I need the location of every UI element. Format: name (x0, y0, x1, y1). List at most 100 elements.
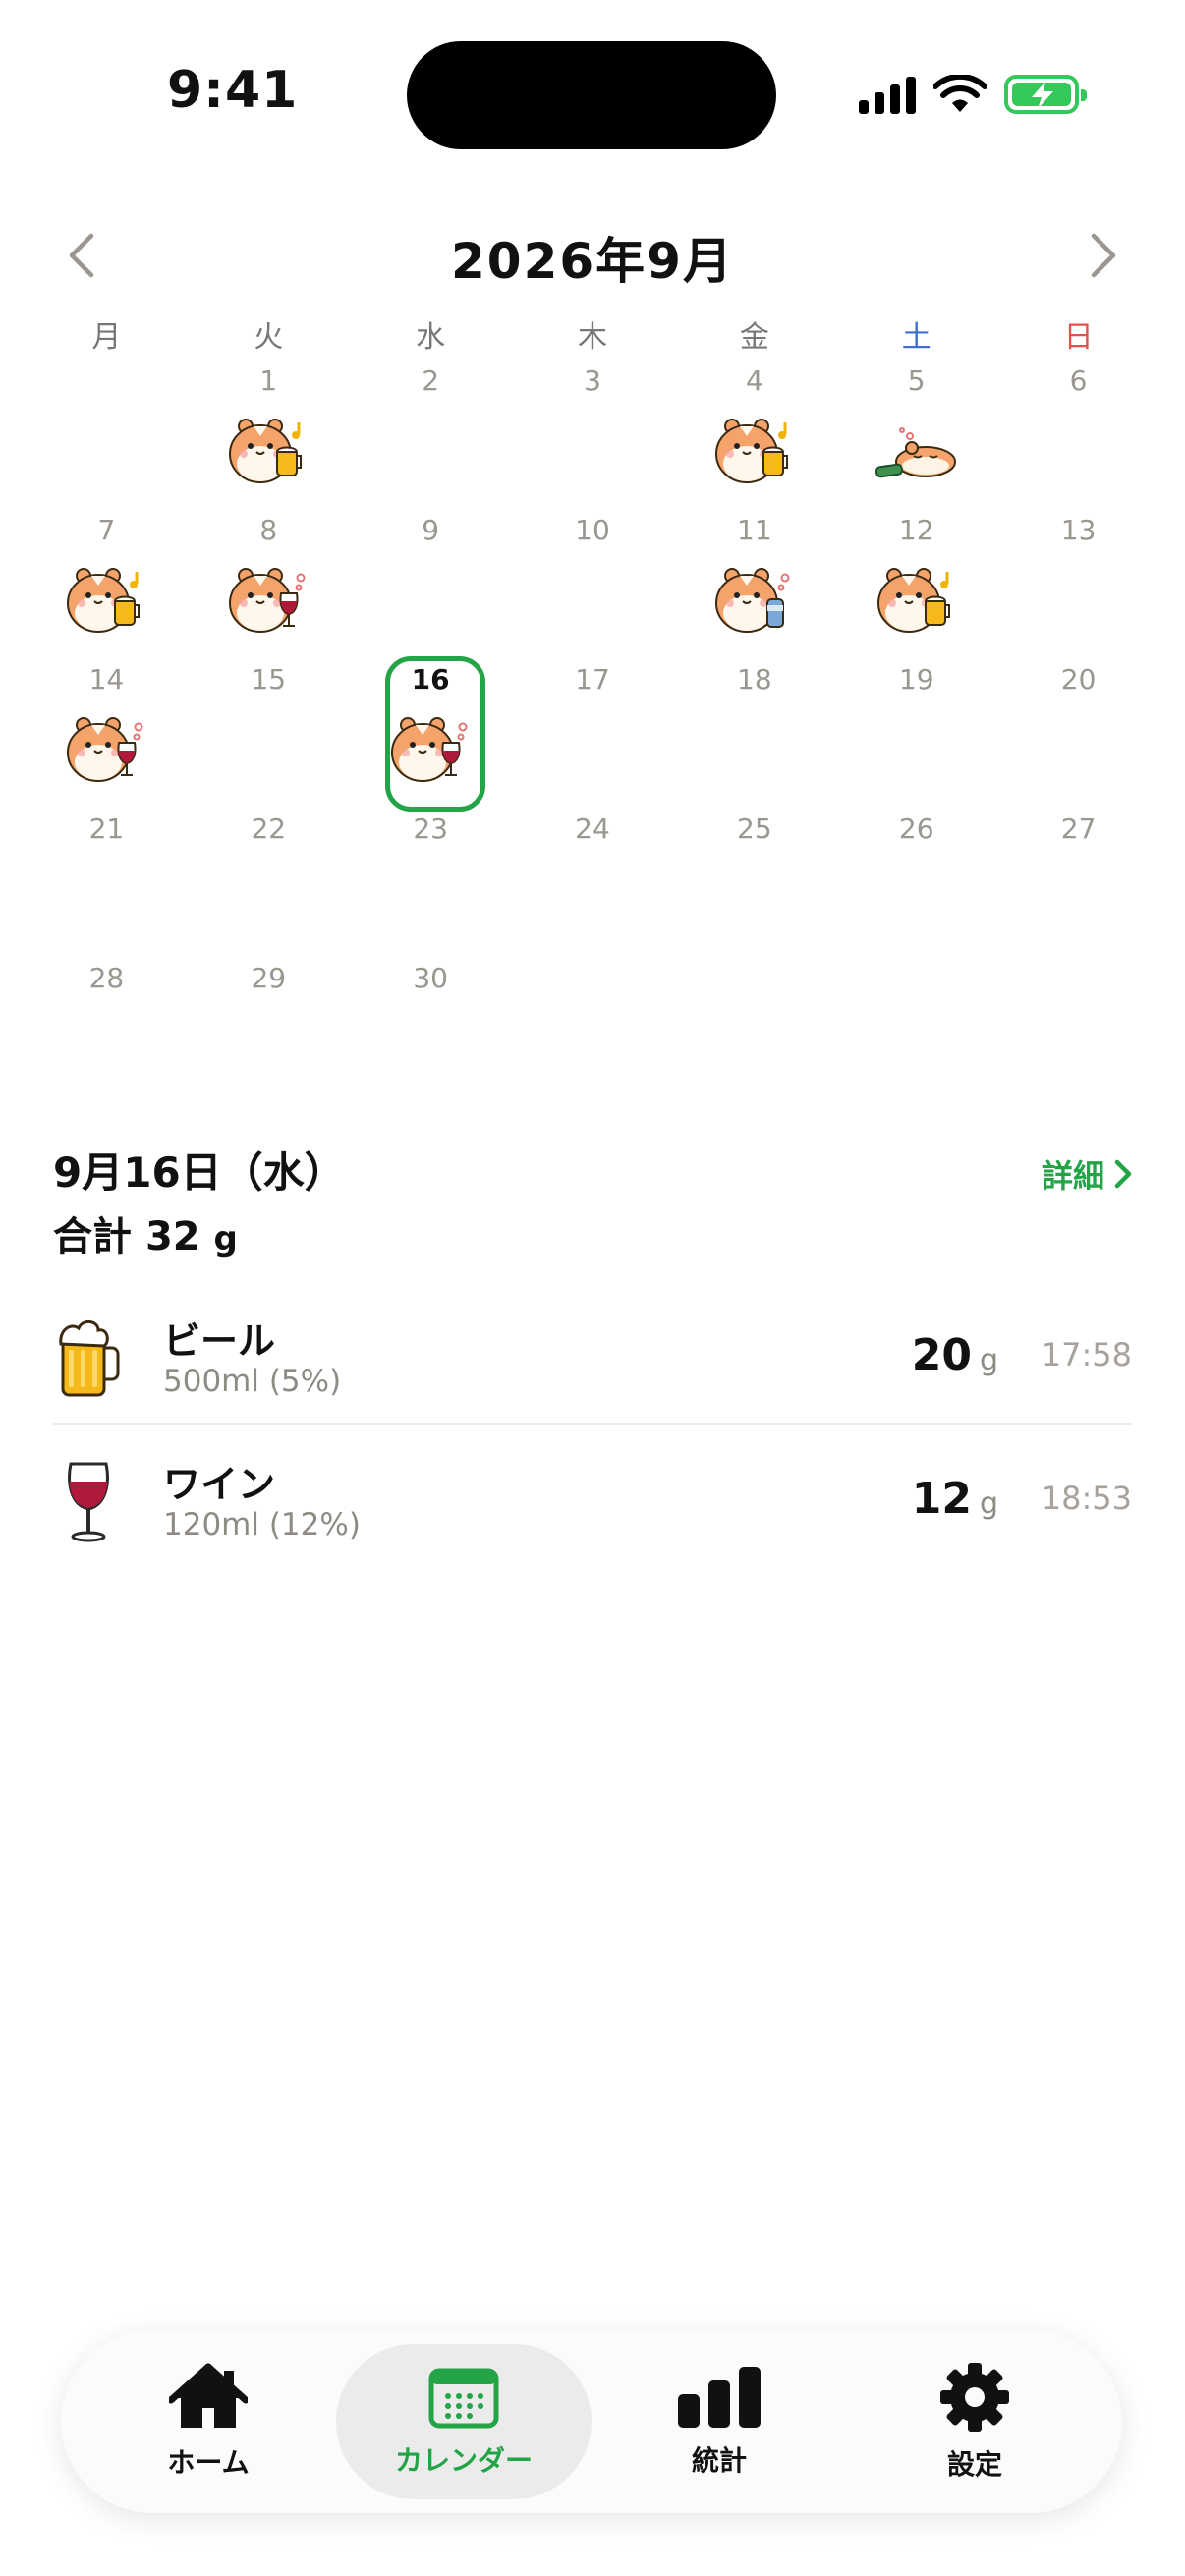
day-number: 22 (251, 812, 287, 845)
wine-glass-icon (68, 1462, 109, 1542)
calendar-day[interactable]: 23 (350, 806, 512, 955)
tab-calendar[interactable]: カレンダー (336, 2344, 592, 2499)
calendar-day[interactable]: 22 (188, 806, 350, 955)
calendar-day[interactable]: 17 (512, 656, 674, 806)
drink-name: ビール (163, 1319, 276, 1363)
day-number: 14 (88, 663, 125, 696)
calendar-empty-cell (26, 358, 188, 507)
calendar-day[interactable]: 13 (997, 507, 1159, 656)
weekday-label: 月 (91, 320, 122, 355)
tab-stats[interactable]: 統計 (592, 2344, 847, 2499)
status-icons (859, 73, 1087, 116)
calendar-day[interactable]: 15 (188, 656, 350, 806)
detail-link[interactable]: 詳細 (1042, 1151, 1132, 1197)
day-number: 23 (413, 812, 448, 845)
drink-volume: 500ml (5%) (163, 1364, 342, 1399)
hamster-beer-sticker-icon (67, 568, 141, 633)
weekday-label: 木 (577, 320, 607, 355)
calendar-icon (428, 2368, 499, 2429)
day-number: 27 (1060, 812, 1097, 845)
calendar-day[interactable]: 19 (835, 656, 997, 806)
calendar-day[interactable]: 3 (512, 358, 674, 507)
beer-mug-icon (59, 1320, 120, 1397)
weekday-label-saturday: 土 (901, 320, 931, 355)
calendar-day[interactable]: 1 (188, 358, 350, 507)
weekday-label: 水 (416, 320, 446, 355)
calendar-day[interactable]: 5 (835, 358, 997, 507)
wifi-icon (933, 75, 987, 112)
total-unit: g (213, 1219, 238, 1259)
day-number: 19 (898, 663, 934, 696)
chevron-right-icon (1114, 1159, 1132, 1189)
calendar-day[interactable]: 26 (835, 806, 997, 955)
sleeping-hamster-sticker-icon (875, 427, 956, 478)
bar-chart-icon (678, 2367, 761, 2428)
dynamic-island (407, 41, 776, 149)
drink-time: 17:58 (1041, 1336, 1132, 1373)
tab-label: ホーム (167, 2446, 250, 2479)
day-number: 13 (1060, 514, 1097, 546)
calendar-day[interactable]: 24 (512, 806, 674, 955)
day-number: 11 (737, 514, 772, 546)
calendar-day[interactable]: 11 (673, 507, 835, 656)
day-number: 1 (259, 364, 278, 397)
detail-link-label: 詳細 (1041, 1157, 1104, 1195)
calendar-day[interactable]: 28 (26, 955, 188, 1104)
drink-entry[interactable]: ビール 500ml (5%) 20 g 17:58 (53, 1297, 1132, 1425)
hamster-wine-sticker-icon (391, 717, 468, 782)
drink-volume: 120ml (12%) (163, 1507, 361, 1542)
tab-label: 統計 (691, 2444, 747, 2477)
calendar-day-selected[interactable]: 16 (350, 656, 512, 812)
calendar-day[interactable]: 10 (512, 507, 674, 656)
hamster-beer-sticker-icon (876, 568, 950, 633)
weekday-label: 金 (739, 320, 769, 355)
day-number: 10 (575, 514, 610, 546)
day-number: 3 (584, 364, 601, 397)
drink-entry[interactable]: ワイン 120ml (12%) 12 g 18:53 (53, 1440, 1132, 1558)
day-number: 5 (907, 364, 926, 397)
next-month-button[interactable] (1075, 226, 1134, 285)
day-number: 21 (88, 812, 125, 845)
hamster-can-sticker-icon (714, 568, 790, 633)
calendar-day[interactable]: 14 (26, 656, 188, 806)
calendar-day[interactable]: 12 (835, 507, 997, 656)
calendar-day[interactable]: 6 (997, 358, 1159, 507)
day-number: 24 (575, 812, 610, 845)
home-icon (169, 2363, 248, 2428)
calendar-day[interactable]: 2 (350, 358, 512, 507)
daily-total: 合計 32 g (53, 1204, 238, 1261)
tab-bar: ホーム カレンダー 統計 設定 (61, 2330, 1122, 2513)
hamster-beer-sticker-icon (714, 419, 788, 483)
day-number: 2 (422, 364, 440, 397)
weekday-label-sunday: 日 (1063, 320, 1094, 355)
day-number: 26 (898, 812, 934, 845)
tab-home[interactable]: ホーム (81, 2344, 336, 2499)
drink-time: 18:53 (1041, 1480, 1132, 1517)
day-number: 6 (1069, 364, 1088, 397)
calendar-day[interactable]: 20 (997, 656, 1159, 806)
calendar-day[interactable]: 4 (673, 358, 835, 507)
day-number: 12 (898, 514, 934, 546)
gear-icon (940, 2363, 1009, 2432)
calendar-day[interactable]: 9 (350, 507, 512, 656)
calendar-day[interactable]: 8 (188, 507, 350, 656)
day-number: 15 (251, 663, 287, 696)
drink-grams: 12 g (912, 1474, 998, 1524)
month-title: 2026年9月 (451, 233, 734, 290)
selected-date: 9月16日（水） (53, 1148, 346, 1197)
grams-value: 12 (911, 1474, 972, 1524)
calendar-day[interactable]: 18 (673, 656, 835, 806)
calendar-day[interactable]: 29 (188, 955, 350, 1104)
calendar-day[interactable]: 21 (26, 806, 188, 955)
battery-charging-icon (1004, 75, 1087, 114)
day-number: 30 (413, 962, 448, 994)
day-number: 7 (97, 514, 116, 546)
day-number: 4 (745, 364, 763, 397)
calendar-day[interactable]: 30 (350, 955, 512, 1104)
calendar-day[interactable]: 25 (673, 806, 835, 955)
calendar-day[interactable]: 7 (26, 507, 188, 656)
tab-settings[interactable]: 設定 (847, 2344, 1102, 2499)
calendar-day[interactable]: 27 (997, 806, 1159, 955)
calendar-grid: 1 2 3 4 5 6 7 8 9 10 11 12 13 14 15 16 17 18 19 20 21 22 23 24 2… (26, 358, 1159, 1104)
hamster-wine-sticker-icon (67, 717, 143, 782)
